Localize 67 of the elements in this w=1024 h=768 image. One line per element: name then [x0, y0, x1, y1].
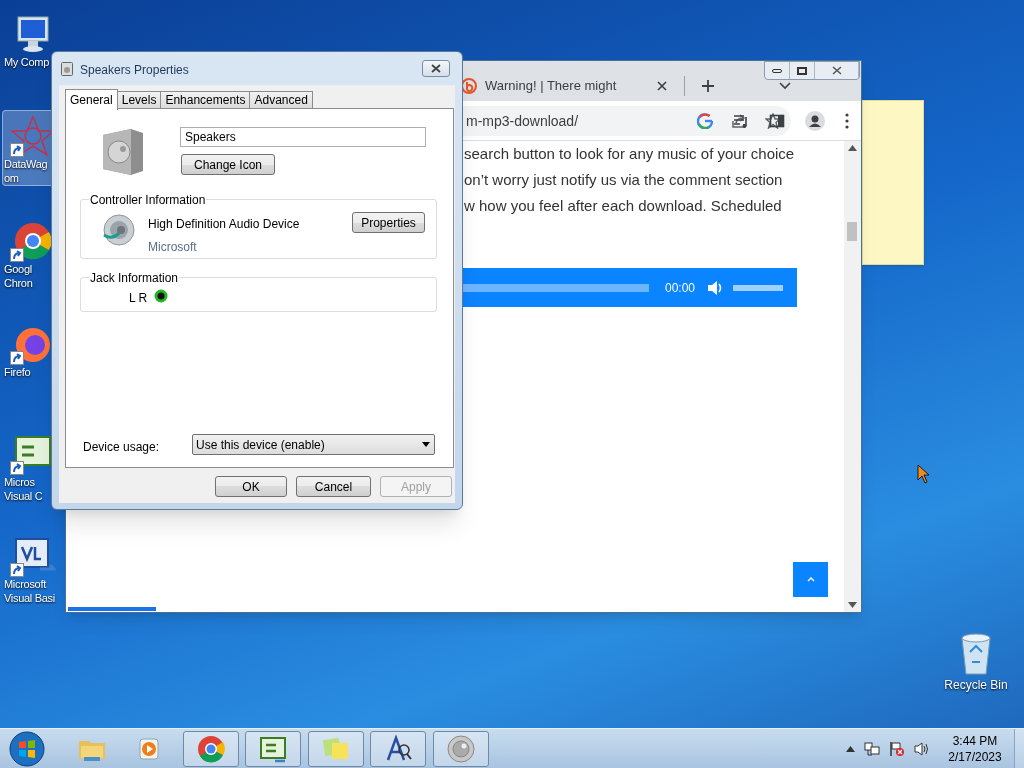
clock[interactable]: 3:44 PM 2/17/2023	[940, 733, 1010, 765]
tab[interactable]: General	[65, 89, 118, 110]
icon-label[interactable]: Chron	[3, 276, 33, 290]
speaker-icon	[101, 127, 145, 175]
taskbar-button[interactable]	[245, 731, 301, 767]
taskbar-button[interactable]	[370, 731, 426, 767]
star-icon[interactable]	[765, 113, 781, 129]
scrollbar-thumb[interactable]	[847, 222, 857, 241]
speaker-icon[interactable]	[445, 733, 477, 765]
close-icon	[431, 64, 441, 73]
taskbar-button[interactable]	[183, 731, 239, 767]
paragraph-text: on’t worry just notify us via the comment section	[464, 170, 784, 190]
tab[interactable]: Levels	[116, 91, 162, 109]
paragraph-text: w how you feel after each download. Scheduled	[464, 196, 783, 216]
jack-port-icon	[154, 289, 168, 303]
player-time: 00:00	[665, 279, 696, 297]
action-center-flag-icon[interactable]	[889, 741, 905, 757]
window-title: Speakers Properties	[80, 62, 189, 79]
caret-icon	[422, 442, 430, 447]
icon-label[interactable]: My Comp	[3, 55, 49, 69]
icon-label[interactable]: Recycle Bin	[944, 676, 1008, 694]
icon-label[interactable]: Firefo	[3, 365, 31, 379]
icon-label[interactable]: Micros	[3, 475, 35, 489]
tab[interactable]: Enhancements	[160, 91, 251, 109]
close-icon	[831, 66, 842, 75]
close-icon[interactable]	[656, 80, 669, 92]
taskbar-button[interactable]	[308, 731, 364, 767]
profile-avatar-icon[interactable]	[805, 111, 825, 131]
plus-icon[interactable]	[701, 79, 716, 93]
chevron-down-icon[interactable]	[779, 82, 792, 90]
google-g-icon[interactable]	[697, 113, 713, 129]
icon-label[interactable]: Visual Basi	[3, 591, 55, 605]
tab[interactable]: Advanced	[249, 91, 313, 109]
change-icon-button[interactable]: Change Icon	[181, 154, 275, 175]
icon-label[interactable]: om	[3, 171, 19, 185]
tab-title[interactable]: Warning! | There might	[485, 76, 617, 96]
field-label: Device usage:	[83, 439, 160, 456]
chevron-up-icon	[806, 577, 815, 582]
network-icon[interactable]	[864, 741, 880, 757]
menu-icon[interactable]	[845, 113, 849, 129]
dialog-button[interactable]: OK	[215, 476, 287, 497]
icon-label[interactable]: Googl	[3, 262, 32, 276]
name-field[interactable]: Speakers	[180, 127, 426, 147]
volume-icon[interactable]	[914, 741, 930, 757]
mouse-cursor-icon	[917, 464, 929, 484]
device-name: High Definition Audio Device	[148, 216, 300, 233]
dialog-button[interactable]: Cancel	[296, 476, 371, 497]
icon-label[interactable]: Visual C	[3, 489, 43, 503]
close-button[interactable]	[422, 60, 450, 77]
site-favicon-icon	[461, 78, 477, 94]
chrome-icon[interactable]	[195, 733, 227, 765]
properties-button[interactable]: Properties	[352, 212, 425, 233]
side-panel-icon[interactable]	[769, 113, 785, 129]
show-hidden-icons-icon[interactable]	[846, 746, 855, 752]
paragraph-text: search button to look for any music of your choice	[464, 144, 795, 164]
taskbar-button[interactable]	[433, 731, 489, 767]
icon-label[interactable]: DataWag	[3, 157, 48, 171]
start-button[interactable]	[8, 730, 46, 768]
speaker-icon	[61, 62, 73, 76]
scroll-down-icon[interactable]	[848, 602, 857, 608]
jack-label: L R	[129, 290, 148, 307]
icon-label[interactable]: Microsoft	[3, 577, 46, 591]
device-usage-dropdown[interactable]: Use this device (enable)	[192, 434, 435, 455]
scroll-up-icon[interactable]	[848, 145, 857, 151]
scrollbar[interactable]	[844, 141, 861, 612]
device-vendor: Microsoft	[148, 239, 197, 256]
audio-device-icon	[101, 213, 135, 247]
